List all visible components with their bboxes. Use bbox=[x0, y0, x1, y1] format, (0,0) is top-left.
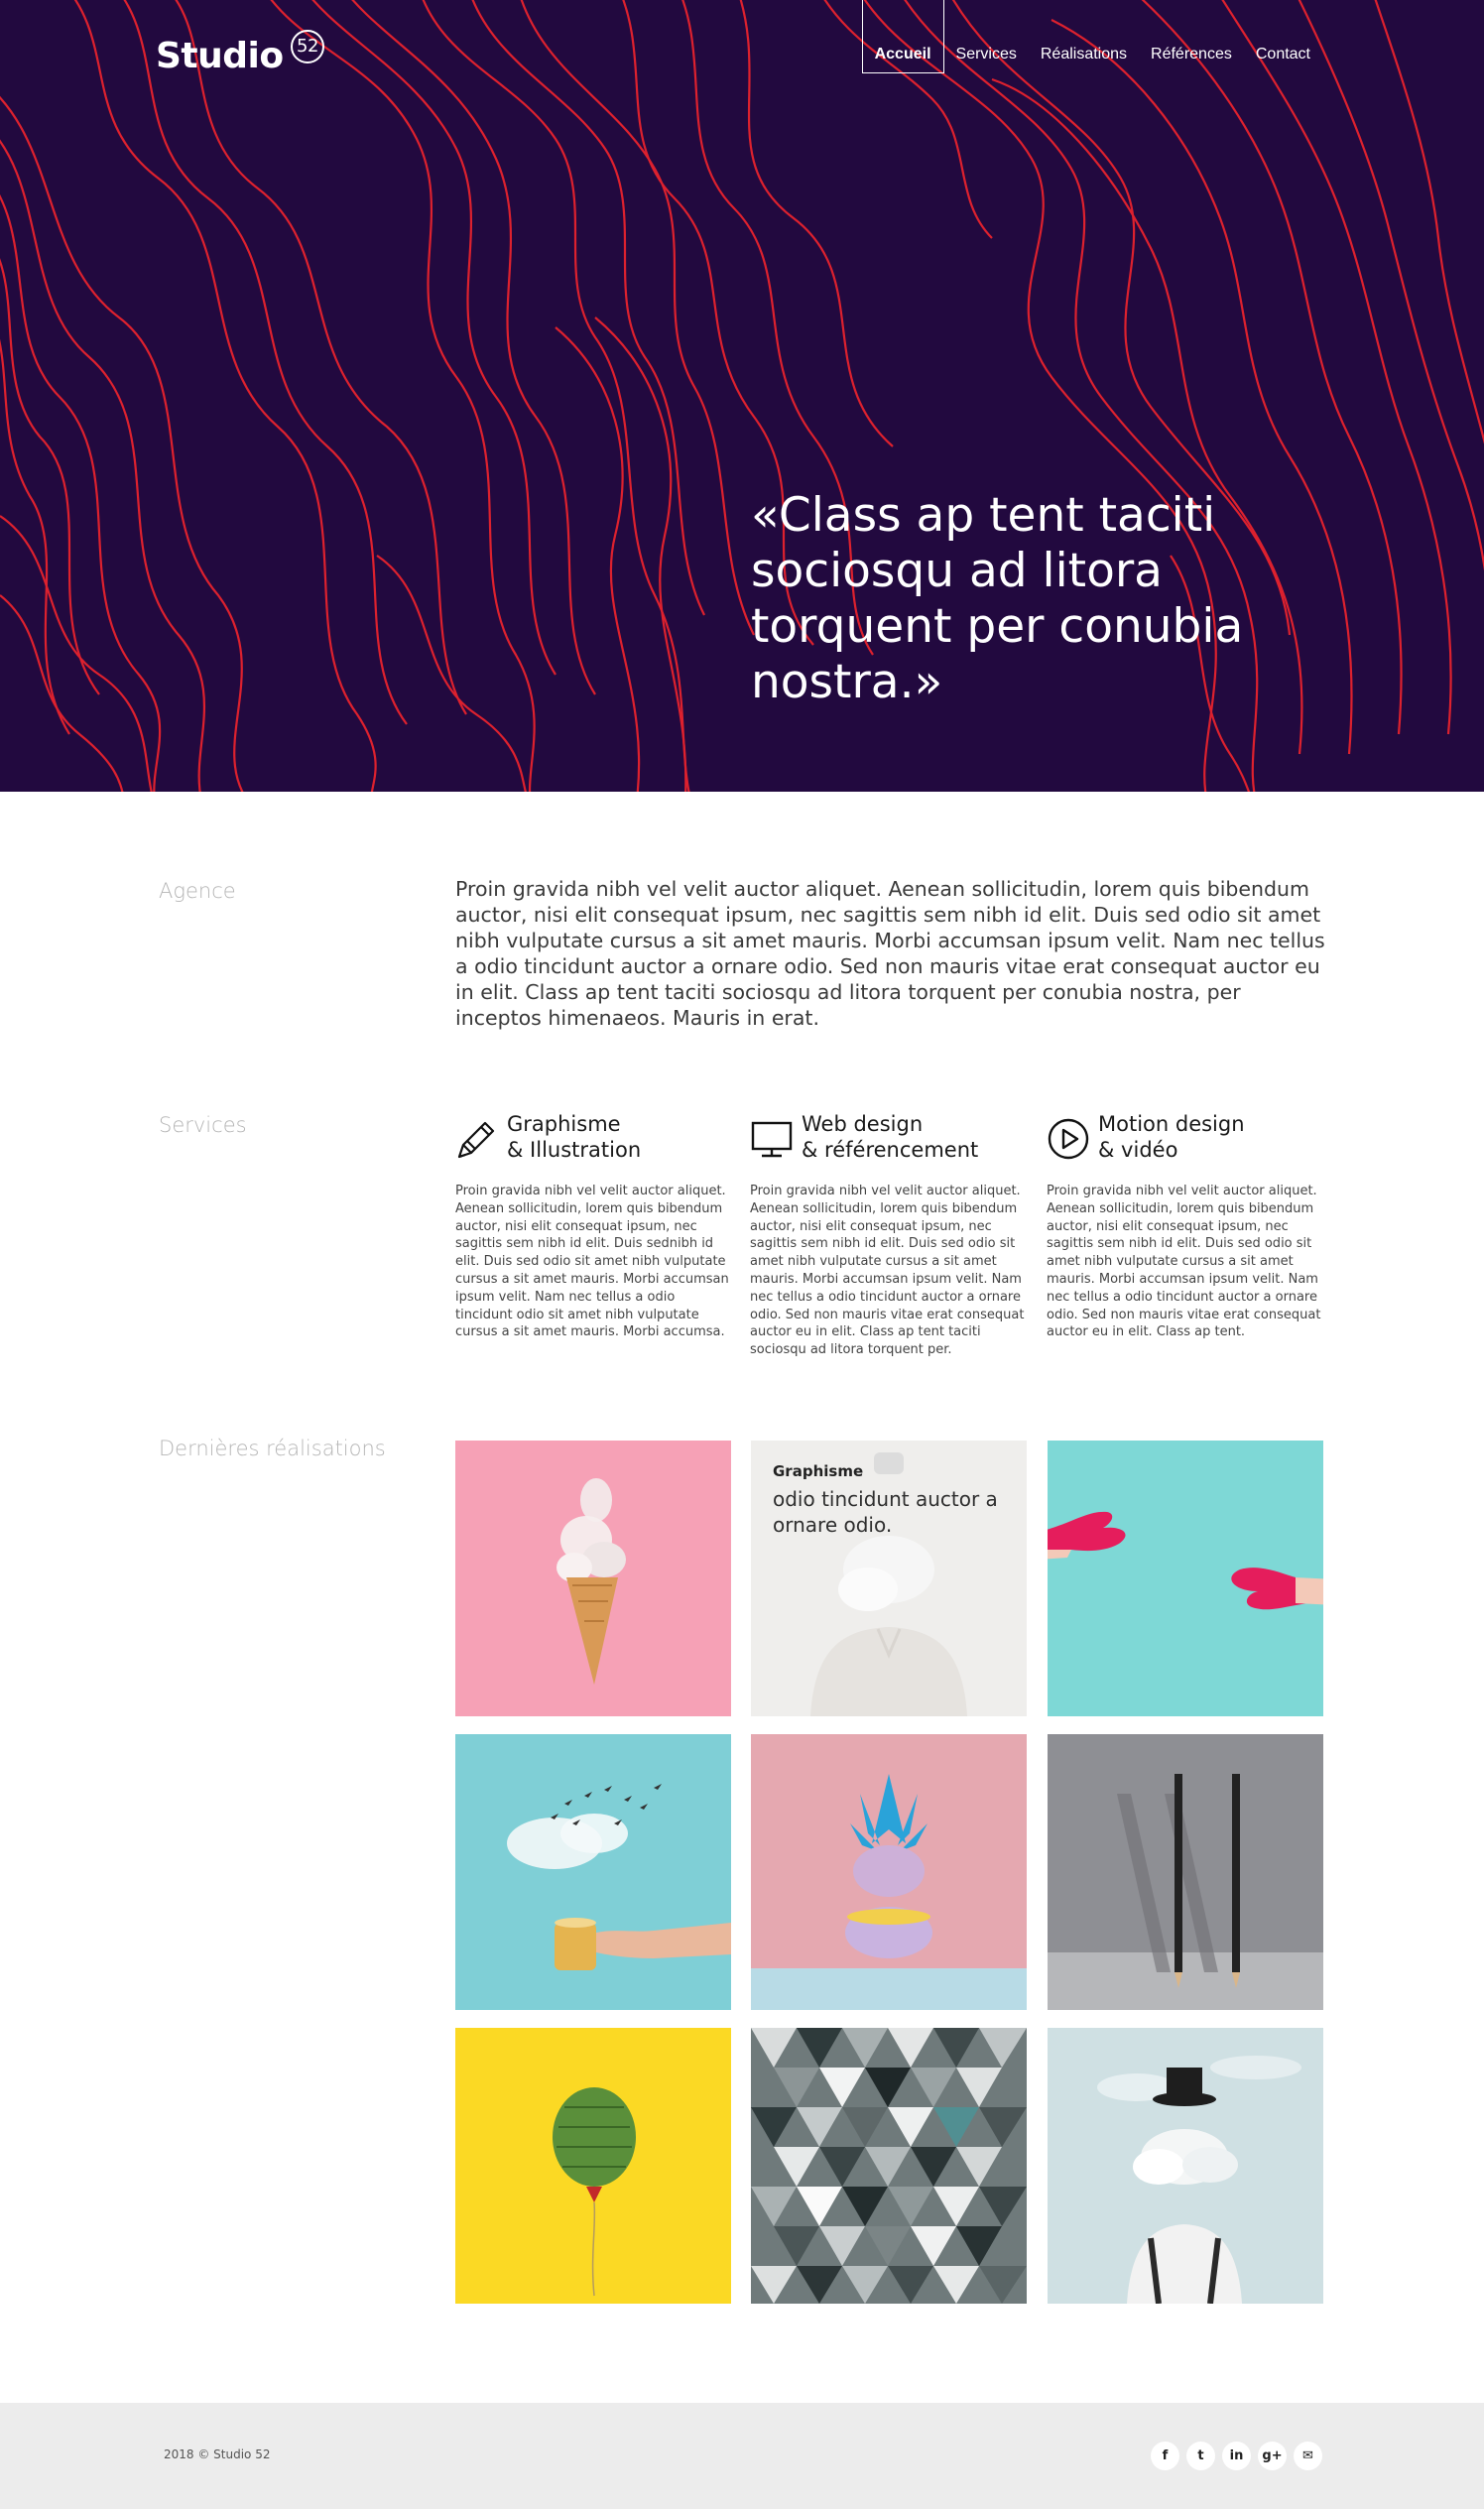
play-circle-icon bbox=[1048, 1118, 1089, 1160]
portfolio-item-red-hands[interactable] bbox=[1048, 1441, 1323, 1716]
portfolio-hover-caption: Graphisme odio tincidunt auctor a ornare… bbox=[773, 1462, 1027, 1538]
portfolio-item-cactus-balloon[interactable] bbox=[455, 2028, 731, 2304]
nav-item-accueil[interactable]: Accueil bbox=[861, 0, 944, 73]
service-text: Proin gravida nibh vel velit auctor aliq… bbox=[1047, 1184, 1321, 1340]
pencils-ladder-image bbox=[1048, 1734, 1323, 2010]
portfolio-item-coffee-cup[interactable] bbox=[455, 1734, 731, 2010]
service-title: Motion design & vidéo bbox=[1098, 1111, 1245, 1163]
portfolio-item-pencils-ladder[interactable] bbox=[1048, 1734, 1323, 2010]
red-hands-image bbox=[1048, 1441, 1323, 1716]
logo-word: Studio bbox=[156, 36, 284, 76]
nav-item-contact[interactable]: Contact bbox=[1244, 0, 1322, 73]
nav-item-realisations[interactable]: Réalisations bbox=[1029, 0, 1139, 73]
portfolio-item-cloud-head-hat[interactable] bbox=[1048, 2028, 1323, 2304]
cactus-balloon-image bbox=[455, 2028, 731, 2304]
mail-icon[interactable]: ✉ bbox=[1294, 2442, 1322, 2470]
social-links: f t in g+ ✉ bbox=[1151, 2442, 1322, 2470]
service-title-line1: Motion design bbox=[1098, 1112, 1245, 1136]
cloud-head-hat-image bbox=[1048, 2028, 1323, 2304]
service-text: Proin gravida nibh vel velit auctor aliq… bbox=[750, 1184, 1025, 1358]
coffee-cup-clouds-image bbox=[455, 1734, 731, 2010]
service-title-line2: & vidéo bbox=[1098, 1138, 1178, 1162]
portfolio-item-pineapple[interactable] bbox=[751, 1734, 1027, 2010]
hero-quote: «Class ap tent taciti sociosqu ad litora… bbox=[751, 488, 1244, 709]
copyright: 2018 © Studio 52 bbox=[164, 2447, 271, 2461]
logo-badge: 52 bbox=[291, 30, 324, 63]
portfolio-item-cloud-head-man[interactable]: Graphisme odio tincidunt auctor a ornare… bbox=[751, 1441, 1027, 1716]
footer: 2018 © Studio 52 f t in g+ ✉ bbox=[0, 2403, 1484, 2509]
pencil-icon bbox=[457, 1121, 495, 1159]
service-title: Web design & référencement bbox=[802, 1111, 978, 1163]
ice-cream-smoke-image bbox=[455, 1441, 731, 1716]
hero-section: Studio 52 Accueil Services Réalisations … bbox=[0, 0, 1484, 792]
main-nav: Accueil Services Réalisations Références… bbox=[861, 0, 1322, 73]
portfolio-item-ice-cream-cone[interactable] bbox=[455, 1441, 731, 1716]
portfolio-item-triangles[interactable] bbox=[751, 2028, 1027, 2304]
google-plus-icon[interactable]: g+ bbox=[1258, 2442, 1287, 2470]
service-title-line2: & référencement bbox=[802, 1138, 979, 1162]
service-title-line2: & Illustration bbox=[507, 1138, 642, 1162]
pineapple-image bbox=[751, 1734, 1027, 2010]
nav-item-references[interactable]: Références bbox=[1139, 0, 1244, 73]
twitter-icon[interactable]: t bbox=[1186, 2442, 1215, 2470]
linkedin-icon[interactable]: in bbox=[1222, 2442, 1251, 2470]
section-label-agence: Agence bbox=[159, 879, 236, 903]
triangles-ocean-image bbox=[751, 2028, 1027, 2304]
facebook-icon[interactable]: f bbox=[1151, 2442, 1179, 2470]
monitor-icon bbox=[751, 1121, 793, 1158]
service-title-line1: Web design bbox=[802, 1112, 924, 1136]
section-label-realisations: Dernières réalisations bbox=[159, 1437, 386, 1460]
service-title-line1: Graphisme bbox=[507, 1112, 621, 1136]
caption-description: odio tincidunt auctor a ornare odio. bbox=[773, 1487, 998, 1537]
service-text: Proin gravida nibh vel velit auctor aliq… bbox=[455, 1184, 729, 1340]
service-title: Graphisme & Illustration bbox=[507, 1111, 641, 1163]
caption-category: Graphisme bbox=[773, 1462, 864, 1480]
logo[interactable]: Studio 52 bbox=[156, 30, 324, 76]
nav-item-services[interactable]: Services bbox=[944, 0, 1029, 73]
section-label-services: Services bbox=[159, 1113, 247, 1137]
agence-text: Proin gravida nibh vel velit auctor aliq… bbox=[455, 877, 1325, 1030]
